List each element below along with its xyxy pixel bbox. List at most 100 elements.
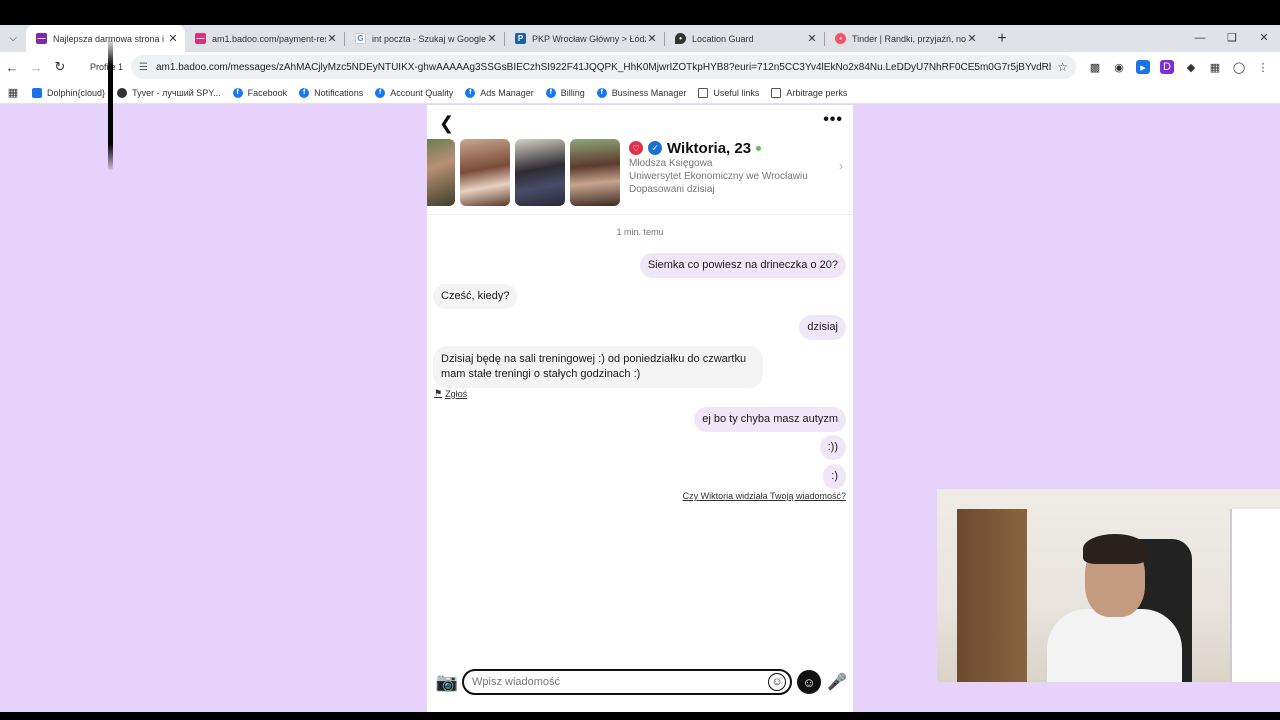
message-incoming[interactable]: Cześć, kiedy? — [433, 284, 518, 309]
forward-arrow-icon[interactable]: → — [24, 60, 48, 75]
bookmark-star-icon[interactable]: ☆ — [1057, 60, 1068, 74]
profile-info[interactable]: ♡ ✓ Wiktoria, 23 Młodsza Księgowa Uniwer… — [629, 139, 844, 196]
facebook-icon: f — [465, 87, 476, 98]
profile-photo[interactable] — [570, 139, 620, 206]
window-close-icon[interactable]: ✕ — [1248, 25, 1280, 52]
bookmark-label: Facebook — [247, 87, 288, 98]
bookmark-notifications[interactable]: f Notifications — [299, 87, 363, 98]
kebab-menu-icon[interactable]: ⋮ — [1256, 60, 1270, 74]
new-tab-plus-icon[interactable]: + — [990, 30, 1014, 48]
tabs-row: ⌵ — Najlepsza darmowa strona i ap ✕ — am… — [0, 25, 1280, 52]
profile-photo[interactable] — [427, 139, 455, 206]
message-composer: 📷 ☺ ☺ 🎤 — [427, 665, 853, 699]
tab-location-guard[interactable]: • Location Guard ✕ — [665, 25, 824, 52]
globe-icon — [117, 87, 128, 98]
message-input[interactable] — [472, 676, 768, 688]
message-outgoing[interactable]: Siemka co powiesz na drineczka o 20? — [639, 253, 846, 278]
message-outgoing[interactable]: ej bo ty chyba masz autyzm — [694, 407, 846, 432]
chat-panel: ❮ ••• ♡ ✓ Wiktoria, 23 Młodsza Księgowa … — [427, 105, 853, 720]
message-incoming[interactable]: Dzisiaj będę na sali treningowej :) od p… — [433, 346, 763, 388]
bookmark-billing[interactable]: f Billing — [545, 87, 585, 98]
facebook-icon: f — [299, 87, 310, 98]
tab-badoo-payment[interactable]: — am1.badoo.com/payment-resu ✕ — [185, 25, 344, 52]
camera-icon[interactable]: 📷 — [432, 672, 462, 693]
close-icon[interactable]: ✕ — [167, 32, 179, 45]
microphone-icon[interactable]: 🎤 — [825, 672, 849, 692]
message-outgoing[interactable]: :) — [823, 464, 846, 489]
cookie-extension-icon[interactable]: ◉ — [1112, 60, 1126, 74]
webcam-person-hair — [1083, 534, 1147, 564]
tab-title: Location Guard — [692, 33, 754, 44]
bookmark-label: Useful links — [713, 87, 760, 98]
minimize-icon[interactable]: — — [1184, 25, 1216, 52]
chat-header: ❮ ••• ♡ ✓ Wiktoria, 23 Młodsza Księgowa … — [427, 105, 853, 215]
close-icon[interactable]: ✕ — [486, 32, 498, 45]
url-text[interactable]: am1.badoo.com/messages/zAhMACjlyMzc5NDEy… — [156, 62, 1051, 73]
purple-extension-icon[interactable]: D — [1160, 60, 1174, 74]
more-options-icon[interactable]: ••• — [823, 111, 843, 129]
tab-title: Tinder | Randki, przyjaźń, nowe — [852, 33, 966, 44]
bookmark-arbitrage-perks[interactable]: Arbitrage perks — [771, 87, 848, 98]
verified-check-icon: ✓ — [648, 141, 662, 155]
dolphin-icon — [32, 87, 42, 98]
tab-title: PKP Wrocław Główny > Łódź — [532, 33, 646, 44]
profile-photo[interactable] — [460, 139, 510, 206]
close-icon[interactable]: ✕ — [326, 32, 338, 45]
message-timestamp: 1 min. temu — [616, 227, 664, 237]
blue-extension-icon[interactable]: ▸ — [1136, 60, 1150, 74]
shield-extension-icon[interactable]: ◆ — [1184, 60, 1198, 74]
report-link[interactable]: ⚑ Zgłoś — [434, 388, 467, 399]
tab-pkp[interactable]: P PKP Wrocław Główny > Łódź ✕ — [505, 25, 664, 52]
bookmark-label: Ads Manager — [480, 87, 534, 98]
tab-tinder[interactable]: • Tinder | Randki, przyjaźń, nowe ✕ — [825, 25, 984, 52]
bookmarks-bar: ▦ Dolphin{cloud} Tyver - лучший SPY... f… — [0, 82, 1280, 104]
bookmark-business-manager[interactable]: f Business Manager — [596, 87, 686, 98]
browser-tab-strip: ⌵ — Najlepsza darmowa strona i ap ✕ — am… — [0, 0, 1280, 52]
tab-google[interactable]: G int poczta - Szukaj w Google ✕ — [345, 25, 504, 52]
tab-badoo-main[interactable]: — Najlepsza darmowa strona i ap ✕ — [26, 25, 185, 52]
message-outgoing[interactable]: dzisiaj — [799, 315, 846, 340]
bottom-bar — [0, 712, 1280, 720]
address-bar[interactable]: ☰ am1.badoo.com/messages/zAhMACjlyMzc5ND… — [131, 55, 1076, 79]
gift-button[interactable]: ☺ — [797, 670, 821, 694]
message-input-wrapper: ☺ — [462, 669, 792, 695]
badoo-icon: — — [195, 33, 206, 44]
emoji-icon[interactable]: ☺ — [768, 673, 786, 691]
profile-label[interactable]: Profile 1 — [90, 62, 123, 72]
chevron-right-icon[interactable]: › — [839, 159, 843, 173]
bookmark-tyver[interactable]: Tyver - лучший SPY... — [117, 87, 221, 98]
report-label: Zgłoś — [445, 388, 468, 399]
flag-icon: ⚑ — [434, 388, 443, 398]
account-icon[interactable]: ◯ — [1232, 60, 1246, 74]
tinder-icon: • — [835, 33, 846, 44]
reload-icon[interactable]: ↻ — [48, 59, 72, 75]
apps-grid-icon[interactable]: ▦ — [0, 86, 26, 99]
bookmark-label: Tyver - лучший SPY... — [132, 87, 221, 98]
puzzle-icon[interactable]: ▦ — [1208, 60, 1222, 74]
profile-photo[interactable] — [515, 139, 565, 206]
extensions-area: ▩ ◉ ▸ D ◆ ▦ ◯ ⋮ — [1088, 60, 1280, 74]
camera-extension-icon[interactable]: ▩ — [1088, 60, 1102, 74]
tab-search-icon[interactable]: ⌵ — [0, 25, 26, 52]
maximize-icon[interactable]: ❑ — [1216, 25, 1248, 52]
bookmark-account-quality[interactable]: f Account Quality — [375, 87, 454, 98]
close-icon[interactable]: ✕ — [806, 32, 818, 45]
bookmark-useful-links[interactable]: Useful links — [698, 87, 760, 98]
badoo-icon: — — [36, 33, 47, 44]
close-icon[interactable]: ✕ — [966, 32, 978, 45]
bookmark-facebook[interactable]: f Facebook — [232, 87, 288, 98]
name-row: ♡ ✓ Wiktoria, 23 — [629, 139, 844, 157]
bookmark-ads-manager[interactable]: f Ads Manager — [465, 87, 534, 98]
folder-icon — [698, 87, 709, 98]
bookmark-dolphin[interactable]: Dolphin{cloud} — [32, 87, 106, 98]
bookmark-label: Arbitrage perks — [786, 87, 848, 98]
bookmark-label: Account Quality — [390, 87, 454, 98]
message-outgoing[interactable]: :)) — [819, 435, 846, 460]
back-chevron-icon[interactable]: ❮ — [439, 113, 454, 134]
back-arrow-icon[interactable]: ← — [0, 60, 24, 75]
seen-status-link[interactable]: Czy Wiktoria widziała Twoją wiadomość? — [683, 491, 846, 501]
site-settings-icon[interactable]: ☰ — [139, 62, 148, 73]
bookmark-label: Dolphin{cloud} — [47, 87, 106, 98]
folder-icon — [771, 87, 782, 98]
close-icon[interactable]: ✕ — [646, 32, 658, 45]
